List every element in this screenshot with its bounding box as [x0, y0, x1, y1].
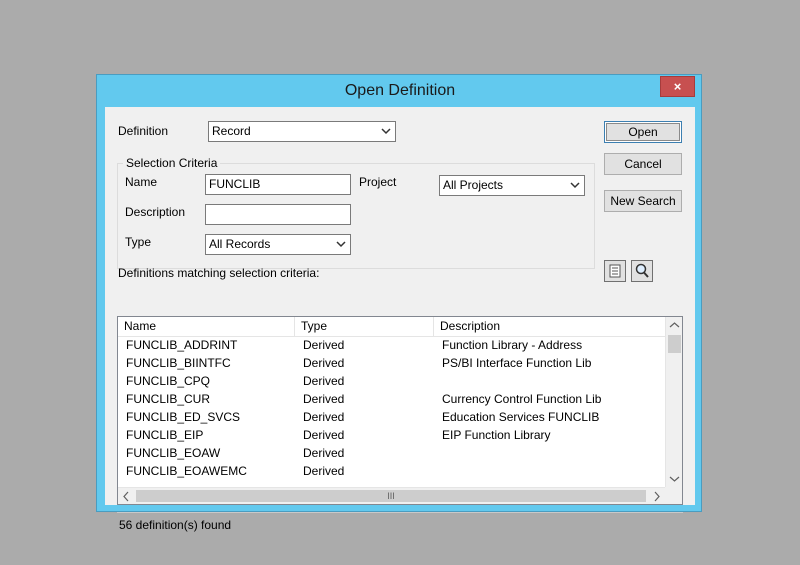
list-view-icon[interactable] [604, 260, 626, 282]
description-label: Description [125, 205, 186, 219]
column-header-type[interactable]: Type [295, 317, 434, 336]
cell-type: Derived [303, 410, 345, 424]
cell-name: FUNCLIB_CUR [126, 392, 211, 406]
cell-description [434, 444, 665, 462]
cell-name: FUNCLIB_EIP [126, 428, 204, 442]
open-definition-dialog: Open Definition × Definition Record Open… [96, 74, 702, 532]
project-value: All Projects [443, 178, 504, 192]
column-header-name[interactable]: Name [118, 317, 295, 336]
cell-description: Function Library - Address [442, 338, 583, 352]
table-row[interactable]: FUNCLIB_ADDRINT Derived Function Library… [118, 336, 665, 354]
table-row[interactable]: FUNCLIB_BIINTFC Derived PS/BI Interface … [118, 354, 665, 372]
scroll-up-icon[interactable] [666, 317, 682, 334]
table-row[interactable]: FUNCLIB_EIP Derived EIP Function Library [118, 426, 665, 444]
cell-name: FUNCLIB_EOAW [126, 446, 221, 460]
project-select[interactable]: All Projects [439, 175, 585, 196]
results-header: Name Type Description [118, 317, 665, 337]
cell-name: FUNCLIB_ED_SVCS [126, 410, 241, 424]
results-label: Definitions matching selection criteria: [118, 266, 320, 280]
cell-name: FUNCLIB_BIINTFC [126, 356, 231, 370]
dialog-title: Open Definition [344, 82, 456, 99]
table-row[interactable]: FUNCLIB_EOAWEMC Derived [118, 462, 665, 480]
column-header-description[interactable]: Description [434, 317, 665, 336]
vertical-scrollbar[interactable] [665, 317, 682, 487]
cell-type: Derived [303, 356, 345, 370]
cell-name: FUNCLIB_ADDRINT [126, 338, 238, 352]
cell-description: Education Services FUNCLIB [442, 410, 600, 424]
definition-label: Definition [118, 124, 169, 138]
horizontal-scrollbar[interactable]: III [118, 487, 665, 504]
results-list[interactable]: Name Type Description FUNCLIB_ADDRINT De… [117, 316, 683, 505]
chevron-down-icon [380, 122, 392, 141]
scroll-down-icon[interactable] [666, 470, 682, 487]
cell-type: Derived [303, 392, 345, 406]
chevron-down-icon [569, 176, 581, 195]
magnifier-icon[interactable] [631, 260, 653, 282]
cell-name: FUNCLIB_EOAWEMC [126, 464, 247, 478]
new-search-button[interactable]: New Search [604, 190, 682, 212]
scrollbar-corner [665, 487, 682, 504]
type-label: Type [125, 235, 152, 249]
table-row[interactable]: FUNCLIB_CPQ Derived [118, 372, 665, 390]
table-row[interactable]: FUNCLIB_EOAW Derived [118, 444, 665, 462]
definition-select[interactable]: Record [208, 121, 396, 142]
cell-description: PS/BI Interface Function Lib [442, 356, 592, 370]
horizontal-scroll-thumb[interactable]: III [136, 490, 646, 502]
description-input[interactable] [205, 204, 351, 225]
cell-type: Derived [303, 464, 345, 478]
table-row[interactable]: FUNCLIB_ED_SVCS Derived Education Servic… [118, 408, 665, 426]
table-row[interactable]: FUNCLIB_CUR Derived Currency Control Fun… [118, 390, 665, 408]
chevron-down-icon [335, 235, 347, 254]
status-bar: 56 definition(s) found [117, 512, 683, 533]
project-label: Project [359, 175, 397, 189]
close-button[interactable]: × [660, 76, 695, 97]
cancel-button[interactable]: Cancel [604, 153, 682, 175]
open-button[interactable]: Open [604, 121, 682, 143]
cell-description: EIP Function Library [442, 428, 551, 442]
cell-type: Derived [303, 338, 345, 352]
name-label: Name [125, 175, 158, 189]
cell-description [434, 462, 665, 480]
scroll-right-icon[interactable] [648, 488, 665, 504]
name-input[interactable]: FUNCLIB [205, 174, 351, 195]
scroll-left-icon[interactable] [118, 488, 135, 504]
cell-type: Derived [303, 446, 345, 460]
cell-description [434, 372, 665, 390]
cell-description: Currency Control Function Lib [442, 392, 602, 406]
type-value: All Records [209, 237, 271, 251]
cell-name: FUNCLIB_CPQ [126, 374, 211, 388]
cell-type: Derived [303, 374, 345, 388]
selection-criteria-title: Selection Criteria [123, 156, 221, 170]
definition-value: Record [212, 124, 251, 138]
cell-type: Derived [303, 428, 345, 442]
dialog-client-area: Definition Record Open Cancel New Search… [105, 107, 695, 532]
type-select[interactable]: All Records [205, 234, 351, 255]
vertical-scroll-thumb[interactable] [668, 335, 681, 353]
